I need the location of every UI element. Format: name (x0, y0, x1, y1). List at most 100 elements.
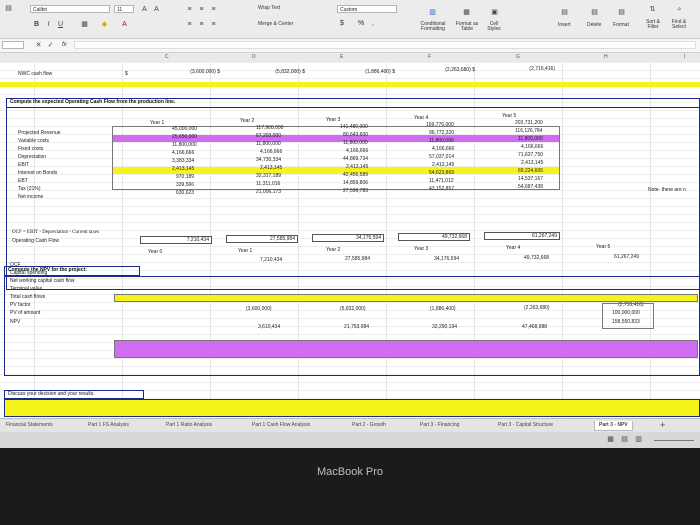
tab-part3-npv[interactable]: Part 3 - NPV (594, 421, 633, 431)
align-left-icon[interactable]: ≡ (185, 20, 194, 29)
column-header-g[interactable]: G (516, 53, 520, 62)
tab-part1-cash-flow[interactable]: Part 1 Cash Flow Analysis (252, 421, 310, 430)
underline-icon[interactable]: U (56, 20, 65, 29)
align-middle-icon[interactable]: ≡ (197, 5, 206, 14)
borders-icon[interactable]: ▦ (80, 20, 89, 29)
font-color-icon[interactable]: A (120, 20, 129, 29)
normal-view-icon[interactable]: ▦ (606, 435, 615, 444)
sort-filter-button[interactable]: Sort & Filter (642, 20, 664, 30)
increase-font-icon[interactable]: A (140, 5, 149, 14)
font-size-select[interactable]: 11 (114, 5, 134, 13)
ocf-cell[interactable]: 14,859,806 (343, 180, 368, 187)
ocf-cell[interactable]: 11,800,000 (256, 141, 281, 148)
align-top-icon[interactable]: ≡ (185, 5, 194, 14)
zoom-slider[interactable] (654, 440, 694, 441)
insert-button[interactable]: Insert (558, 22, 571, 28)
ocf-cell[interactable]: 2,413,145 (260, 165, 282, 172)
delete-button[interactable]: Delete (587, 22, 601, 28)
align-bottom-icon[interactable]: ≡ (209, 5, 218, 14)
nwc-value-year3[interactable]: (1,886,400) $ (315, 69, 395, 76)
ocf-cell[interactable]: 11,471,012 (429, 178, 454, 185)
ocf-cell[interactable]: 339,566 (176, 182, 194, 189)
italic-icon[interactable]: I (44, 20, 53, 29)
ocf-cell[interactable]: 2,413,145 (432, 162, 454, 169)
ocf-cell[interactable]: 2,413,145 (172, 166, 194, 173)
ocf-total-year3[interactable]: 34,176,594 (312, 234, 384, 242)
format-as-table-icon[interactable]: ▦ (462, 8, 471, 17)
ocf-cell[interactable]: 96,772,320 (429, 130, 454, 137)
nwc-value-year4[interactable]: (2,263,680) $ (395, 67, 475, 74)
ocf-total-year4[interactable]: 49,732,668 (398, 233, 470, 241)
ocf-cell[interactable]: 57,037,014 (429, 154, 454, 161)
format-button[interactable]: Format (613, 22, 629, 28)
add-sheet-button[interactable]: + (660, 421, 665, 430)
number-format-select[interactable]: Custom (337, 5, 397, 13)
ocf-total-year5[interactable]: 61,267,249 (484, 232, 560, 240)
ocf-cell[interactable]: 71,637,750 (518, 152, 543, 159)
npv-total-year2[interactable]: 21,753,984 (344, 324, 369, 331)
tab-part1-ratio-analysis[interactable]: Part 1 Ratio Analysis (166, 421, 212, 430)
ocf-cell[interactable]: 80,643,600 (343, 132, 368, 139)
npv-nwc-year2[interactable]: (5,832,000) (340, 306, 366, 313)
ocf-cell[interactable]: 630,623 (176, 190, 194, 197)
cell-styles-button[interactable]: Cell Styles (484, 22, 504, 32)
ocf-cell[interactable]: 4,166,666 (260, 149, 282, 156)
page-layout-icon[interactable]: ▤ (620, 435, 629, 444)
ocf-cell[interactable]: 116,126,784 (515, 128, 542, 135)
name-box[interactable] (2, 41, 24, 49)
ocf-cell[interactable]: 21,006,173 (256, 189, 281, 196)
decrease-font-icon[interactable]: A (152, 5, 161, 14)
format-icon[interactable]: ▤ (617, 8, 626, 17)
column-header-e[interactable]: E (340, 53, 343, 62)
percent-button[interactable]: % (358, 20, 364, 27)
ocf-cell[interactable]: 14,537,167 (518, 176, 543, 183)
currency-button[interactable]: $ (340, 20, 344, 27)
merge-center-button[interactable]: Merge & Center (258, 21, 293, 27)
ocf-cell[interactable]: 11,800,000 (429, 138, 454, 145)
capital-spending-band[interactable] (114, 294, 698, 302)
cancel-icon[interactable]: ✕ (34, 41, 43, 50)
ocf-cell[interactable]: 43,152,857 (429, 186, 454, 193)
ocf-cell[interactable]: 4,166,666 (432, 146, 454, 153)
confirm-icon[interactable]: ✓ (46, 41, 55, 50)
align-right-icon[interactable]: ≡ (209, 20, 218, 29)
delete-icon[interactable]: ▤ (590, 8, 599, 17)
ocf-cell[interactable]: 11,311,016 (256, 181, 280, 188)
paste-icon[interactable]: ▤ (4, 4, 13, 13)
npv-total-year3[interactable]: 32,290,194 (432, 324, 457, 331)
find-select-button[interactable]: Find & Select (668, 20, 690, 30)
npv-ocf-year1[interactable]: 7,210,434 (260, 257, 282, 264)
conditional-formatting-button[interactable]: Conditional Formatting (418, 22, 448, 32)
ocf-cell[interactable]: 69,224,605 (518, 168, 543, 175)
column-header-c[interactable]: C (165, 53, 169, 62)
ocf-cell[interactable]: 970,189 (176, 174, 194, 181)
insert-icon[interactable]: ▤ (560, 8, 569, 17)
ocf-cell[interactable]: 117,900,000 (256, 125, 283, 132)
formula-input[interactable] (74, 41, 696, 49)
ocf-cell[interactable]: 11,800,000 (343, 140, 368, 147)
bold-icon[interactable]: B (32, 20, 41, 29)
ocf-cell[interactable]: 203,731,200 (515, 120, 543, 127)
sort-filter-icon[interactable]: ⇅ (648, 5, 657, 14)
ocf-cell[interactable]: 25,650,000 (172, 134, 197, 141)
ocf-cell[interactable]: 2,413,145 (521, 160, 543, 167)
ocf-cell[interactable]: 141,480,000 (340, 124, 368, 131)
ocf-cell[interactable]: 44,869,734 (343, 156, 368, 163)
npv-nwc-year1[interactable]: (3,600,000) (246, 306, 272, 313)
ocf-cell[interactable]: 169,776,000 (426, 122, 454, 129)
tab-financial-statements[interactable]: Financial Statements (6, 421, 53, 430)
find-select-icon[interactable]: ⌕ (675, 5, 684, 14)
column-header-h[interactable]: H (604, 53, 608, 62)
ocf-cell[interactable]: 11,800,000 (518, 136, 543, 143)
npv-nwc-year4[interactable]: (2,263,680) (524, 305, 550, 312)
npv-ocf-year3[interactable]: 34,176,594 (434, 256, 459, 263)
npv-ocf-year2[interactable]: 27,585,984 (345, 256, 370, 263)
font-name-select[interactable]: Calibri (30, 5, 110, 13)
tab-part1-fs-analysis[interactable]: Part 1 FS Analysis (88, 421, 129, 430)
spreadsheet-grid[interactable]: NWC cash flow $ (3,600,000) $ (5,832,000… (0, 62, 700, 426)
ocf-total-year1[interactable]: 7,210,434 (140, 236, 212, 244)
ocf-cell[interactable]: 4,166,666 (521, 144, 543, 151)
column-header-f[interactable]: F (428, 53, 431, 62)
ocf-cell[interactable]: 3,383,334 (172, 158, 194, 165)
nwc-value-year2[interactable]: (5,832,000) $ (225, 69, 305, 76)
